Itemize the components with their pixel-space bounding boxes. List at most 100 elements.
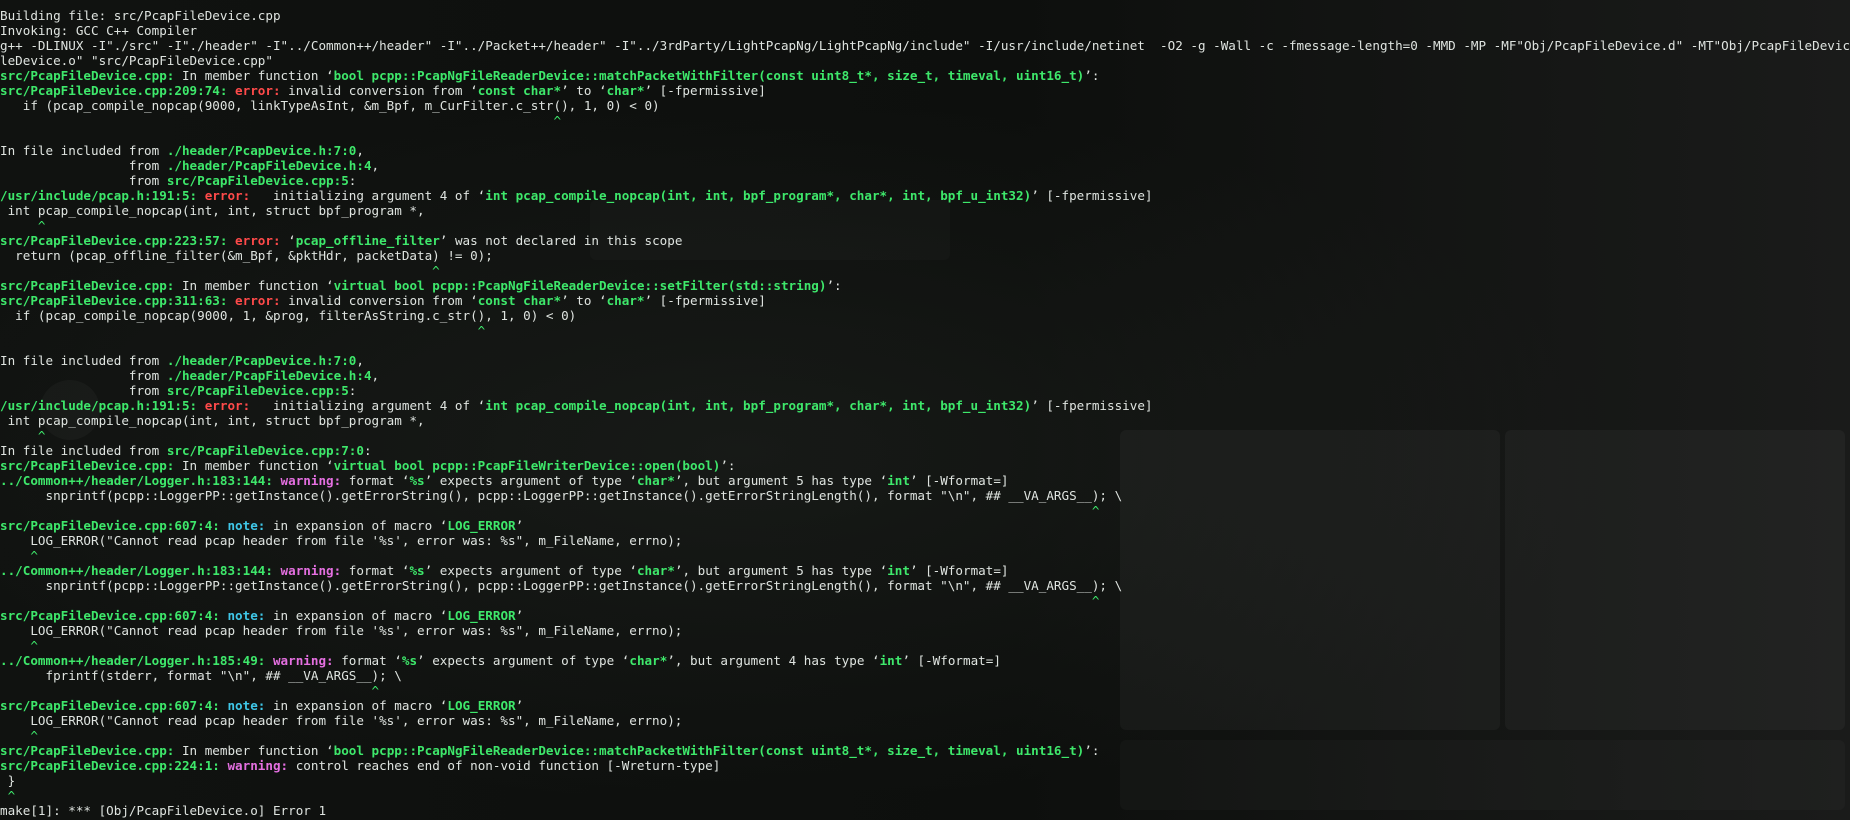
terminal-line: make[1]: *** [Obj/PcapFileDevice.o] Erro…	[0, 803, 1850, 818]
caret-marker: ^	[0, 323, 486, 338]
quoted-symbol: const char*	[477, 293, 562, 308]
terminal-line: src/PcapFileDevice.cpp:607:4: note: in e…	[0, 518, 1850, 533]
caret-marker: ^	[0, 728, 38, 743]
terminal-line: ^	[0, 263, 1850, 278]
output-text: control reaches end of non-void function…	[288, 758, 721, 773]
file-location: ../Common++/header/Logger.h:185:49:	[0, 653, 266, 668]
output-text: ’ to ‘	[561, 293, 607, 308]
output-text: ’ [-Wformat=]	[909, 563, 1009, 578]
terminal-output[interactable]: Building file: src/PcapFileDevice.cpp Inv…	[0, 8, 1850, 818]
terminal-line: ../Common++/header/Logger.h:185:49: warn…	[0, 653, 1850, 668]
file-location: src/PcapFileDevice.cpp:5	[166, 383, 349, 398]
terminal-line: src/PcapFileDevice.cpp: In member functi…	[0, 458, 1850, 473]
file-location: ./header/PcapFileDevice.h:4	[166, 368, 372, 383]
file-location: src/PcapFileDevice.cpp:	[0, 68, 175, 83]
output-text: ’ was not declared in this scope	[439, 233, 683, 248]
caret-marker: ^	[0, 113, 562, 128]
warning-label: warning:	[272, 473, 342, 488]
output-text: ’	[515, 608, 524, 623]
output-text: invalid conversion from ‘	[280, 293, 478, 308]
quoted-symbol: int	[887, 473, 910, 488]
output-text: ‘	[280, 233, 296, 248]
quoted-symbol: LOG_ERROR	[447, 608, 516, 623]
terminal-line: ^	[0, 218, 1850, 233]
terminal-line: src/PcapFileDevice.cpp:607:4: note: in e…	[0, 608, 1850, 623]
file-location: src/PcapFileDevice.cpp:223:57:	[0, 233, 228, 248]
output-text: int pcap_compile_nopcap(int, int, struct…	[0, 203, 425, 218]
caret-marker: ^	[0, 503, 1100, 518]
terminal-line: Invoking: GCC C++ Compiler	[0, 23, 1850, 38]
terminal-line: ^	[0, 683, 1850, 698]
output-text: ’ [-fpermissive]	[644, 293, 766, 308]
terminal-line: src/PcapFileDevice.cpp:209:74: error: in…	[0, 83, 1850, 98]
output-text: in expansion of macro ‘	[265, 518, 448, 533]
quoted-symbol: int pcap_compile_nopcap(int, int, bpf_pr…	[485, 398, 1032, 413]
terminal-line: LOG_ERROR("Cannot read pcap header from …	[0, 713, 1850, 728]
caret-marker: ^	[0, 218, 46, 233]
terminal-line: LOG_ERROR("Cannot read pcap header from …	[0, 533, 1850, 548]
file-location: ./header/PcapDevice.h:7:0	[166, 353, 357, 368]
file-location: ./header/PcapFileDevice.h:4	[166, 158, 372, 173]
error-label: error:	[227, 233, 281, 248]
error-label: error:	[197, 398, 251, 413]
terminal-line: ../Common++/header/Logger.h:183:144: war…	[0, 563, 1850, 578]
output-text: ’ expects argument of type ‘	[424, 473, 637, 488]
quoted-symbol: const char*	[477, 83, 562, 98]
output-text: in expansion of macro ‘	[265, 608, 448, 623]
output-text: from	[0, 173, 167, 188]
terminal-line: ^	[0, 728, 1850, 743]
output-text: In member function ‘	[174, 68, 334, 83]
terminal-line: ^	[0, 788, 1850, 803]
caret-marker: ^	[0, 263, 440, 278]
quoted-symbol: LOG_ERROR	[447, 518, 516, 533]
output-text: format ‘	[333, 653, 402, 668]
terminal-line: int pcap_compile_nopcap(int, int, struct…	[0, 413, 1850, 428]
quoted-symbol: char*	[606, 83, 645, 98]
terminal-line: from src/PcapFileDevice.cpp:5:	[0, 383, 1850, 398]
output-text: ,	[371, 158, 380, 173]
output-text: invalid conversion from ‘	[280, 83, 478, 98]
quoted-symbol: LOG_ERROR	[447, 698, 516, 713]
terminal-line: }	[0, 773, 1850, 788]
quoted-symbol: pcap_offline_filter	[295, 233, 440, 248]
output-text: from	[0, 158, 167, 173]
file-location: src/PcapFileDevice.cpp:7:0	[166, 443, 364, 458]
output-text: In member function ‘	[174, 278, 334, 293]
terminal-line: In file included from src/PcapFileDevice…	[0, 443, 1850, 458]
file-location: src/PcapFileDevice.cpp:	[0, 458, 175, 473]
file-location: src/PcapFileDevice.cpp:311:63:	[0, 293, 228, 308]
terminal-line: ^	[0, 593, 1850, 608]
warning-label: warning:	[219, 758, 289, 773]
output-text: LOG_ERROR("Cannot read pcap header from …	[0, 533, 683, 548]
file-location: src/PcapFileDevice.cpp:224:1:	[0, 758, 220, 773]
terminal-line: ../Common++/header/Logger.h:183:144: war…	[0, 473, 1850, 488]
output-text: ,	[356, 353, 364, 368]
terminal-line: fprintf(stderr, format "\n", ## __VA_ARG…	[0, 668, 1850, 683]
output-text: from	[0, 383, 167, 398]
terminal-line: src/PcapFileDevice.cpp: In member functi…	[0, 743, 1850, 758]
file-location: /usr/include/pcap.h:191:5:	[0, 188, 198, 203]
output-text: int pcap_compile_nopcap(int, int, struct…	[0, 413, 425, 428]
warning-label: warning:	[265, 653, 334, 668]
output-text: In file included from	[0, 353, 167, 368]
terminal-line: src/PcapFileDevice.cpp: In member functi…	[0, 68, 1850, 83]
file-location: src/PcapFileDevice.cpp:	[0, 743, 175, 758]
terminal-line: if (pcap_compile_nopcap(9000, 1, &prog, …	[0, 308, 1850, 323]
terminal-line: ^	[0, 548, 1850, 563]
quoted-symbol: int pcap_compile_nopcap(int, int, bpf_pr…	[485, 188, 1032, 203]
terminal-line: Building file: src/PcapFileDevice.cpp	[0, 8, 1850, 23]
output-text: ’ [-Wformat=]	[909, 473, 1009, 488]
output-text: format ‘	[341, 473, 410, 488]
output-text: ’ expects argument of type ‘	[417, 653, 630, 668]
quoted-symbol: virtual bool pcpp::PcapNgFileReaderDevic…	[333, 278, 827, 293]
terminal-line: snprintf(pcpp::LoggerPP::getInstance().g…	[0, 578, 1850, 593]
output-text: LOG_ERROR("Cannot read pcap header from …	[0, 623, 683, 638]
file-location: ../Common++/header/Logger.h:183:144:	[0, 473, 273, 488]
caret-marker: ^	[0, 788, 16, 803]
terminal-line: g++ -DLINUX -I"./src" -I"./header" -I"..…	[0, 38, 1850, 53]
output-text: in expansion of macro ‘	[265, 698, 448, 713]
output-text: In member function ‘	[174, 743, 334, 758]
output-text: g++ -DLINUX -I"./src" -I"./header" -I"..…	[0, 38, 1850, 53]
quoted-symbol: %s	[401, 653, 418, 668]
